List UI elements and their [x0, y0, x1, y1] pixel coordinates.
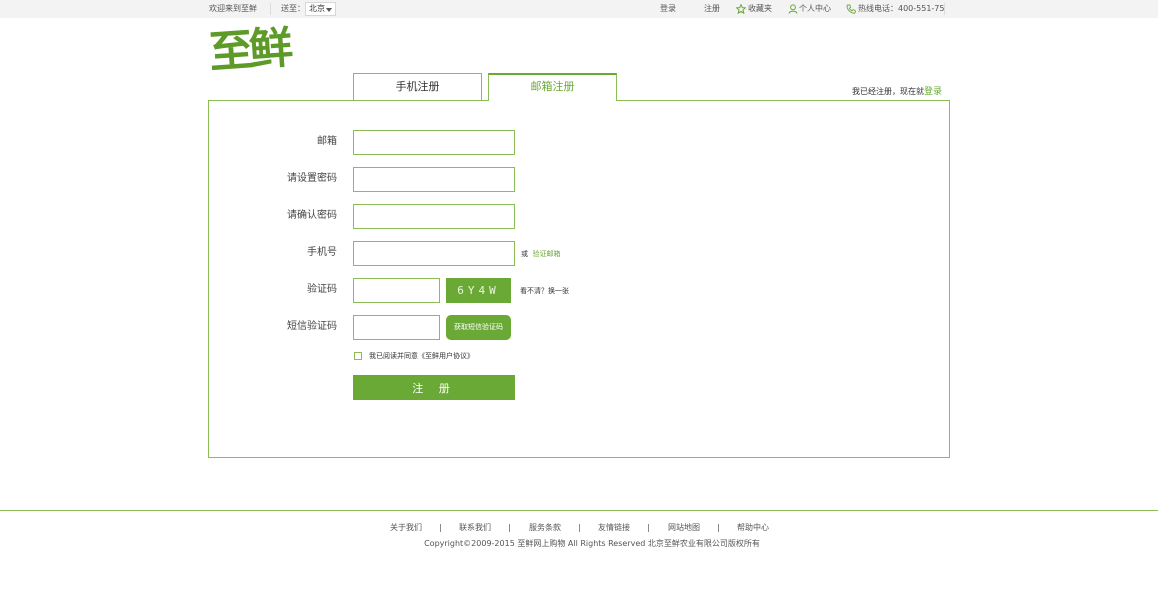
footer-separator: | [578, 523, 581, 532]
already-login-link[interactable]: 登录 [924, 87, 942, 97]
footer-divider [0, 510, 1158, 511]
phone-icon [846, 4, 856, 14]
captcha-refresh-link[interactable]: 看不清？换一张 [520, 285, 569, 297]
email-label: 邮箱 [317, 136, 337, 147]
top-bar-inner: 欢迎来到至鲜 送至： 北京 登录 注册 收藏夹 个人中心 热线电话：400-55… [208, 0, 946, 18]
star-icon [736, 4, 746, 14]
favorites-link[interactable]: 收藏夹 [748, 0, 772, 18]
already-registered-text: 我已经注册，现在就 [852, 87, 924, 96]
register-submit-button[interactable]: 注 册 [353, 375, 515, 400]
footer-separator: | [439, 523, 442, 532]
agree-checkbox[interactable] [354, 352, 362, 360]
footer-separator: | [717, 523, 720, 532]
top-divider [270, 3, 271, 15]
caret-down-icon [326, 8, 332, 12]
tab-email-register-label: 邮箱注册 [530, 80, 575, 93]
already-registered: 我已经注册，现在就登录 [852, 86, 942, 98]
footer-link-contact[interactable]: 联系我们 [459, 522, 491, 534]
footer-separator: | [647, 523, 650, 532]
tab-email-register[interactable]: 邮箱注册 [488, 73, 617, 101]
top-login-link[interactable]: 登录 [660, 0, 676, 18]
footer-link-help[interactable]: 帮助中心 [737, 522, 769, 534]
agree-text: 我已阅读并同意《至鲜用户协议》 [369, 352, 474, 360]
captcha-label: 验证码 [307, 284, 337, 295]
email-input[interactable] [353, 130, 515, 155]
top-bar: 欢迎来到至鲜 送至： 北京 登录 注册 收藏夹 个人中心 热线电话：400-55… [0, 0, 1158, 18]
sms-code-input[interactable] [353, 315, 440, 340]
user-center-link[interactable]: 个人中心 [799, 0, 831, 18]
logo-text: 至鲜 [209, 22, 294, 74]
footer-separator: | [508, 523, 511, 532]
logo[interactable]: 至鲜 [209, 19, 304, 74]
register-form-panel: 邮箱 请设置密码 请确认密码 手机号 或 验证邮箱 验证码 6Y4W 看不清？换… [208, 100, 950, 458]
tab-phone-register-label: 手机注册 [395, 80, 440, 93]
welcome-text: 欢迎来到至鲜 [209, 4, 257, 13]
city-select[interactable]: 北京 [305, 2, 336, 16]
verify-email-link[interactable]: 验证邮箱 [532, 250, 560, 258]
top-register-link[interactable]: 注册 [704, 0, 720, 18]
hotline-text: 热线电话：400-551-75 [858, 4, 945, 13]
top-divider-right [944, 3, 945, 15]
phone-hint-prefix: 或 [521, 250, 528, 258]
phone-label: 手机号 [307, 247, 337, 258]
deliver-label: 送至： [281, 4, 305, 13]
phone-hint: 或 验证邮箱 [521, 248, 560, 260]
footer-links: 关于我们 | 联系我们 | 服务条款 | 友情链接 | 网站地图 | 帮助中心 [380, 522, 780, 534]
password-label: 请设置密码 [287, 173, 337, 184]
footer-link-terms[interactable]: 服务条款 [529, 522, 561, 534]
footer-link-about[interactable]: 关于我们 [390, 522, 422, 534]
footer-link-friends[interactable]: 友情链接 [598, 522, 630, 534]
footer-link-sitemap[interactable]: 网站地图 [668, 522, 700, 534]
get-sms-code-button[interactable]: 获取短信验证码 [446, 315, 511, 340]
copyright-text: Copyright©2009-2015 至鲜网上购物 All Rights Re… [424, 539, 760, 548]
city-value: 北京 [309, 4, 325, 13]
password-input[interactable] [353, 167, 515, 192]
captcha-image[interactable]: 6Y4W [446, 278, 511, 303]
sms-code-label: 短信验证码 [287, 321, 337, 332]
confirm-password-input[interactable] [353, 204, 515, 229]
tab-phone-register[interactable]: 手机注册 [353, 73, 482, 100]
user-icon [788, 4, 798, 14]
confirm-password-label: 请确认密码 [287, 210, 337, 221]
captcha-input[interactable] [353, 278, 440, 303]
phone-input[interactable] [353, 241, 515, 266]
